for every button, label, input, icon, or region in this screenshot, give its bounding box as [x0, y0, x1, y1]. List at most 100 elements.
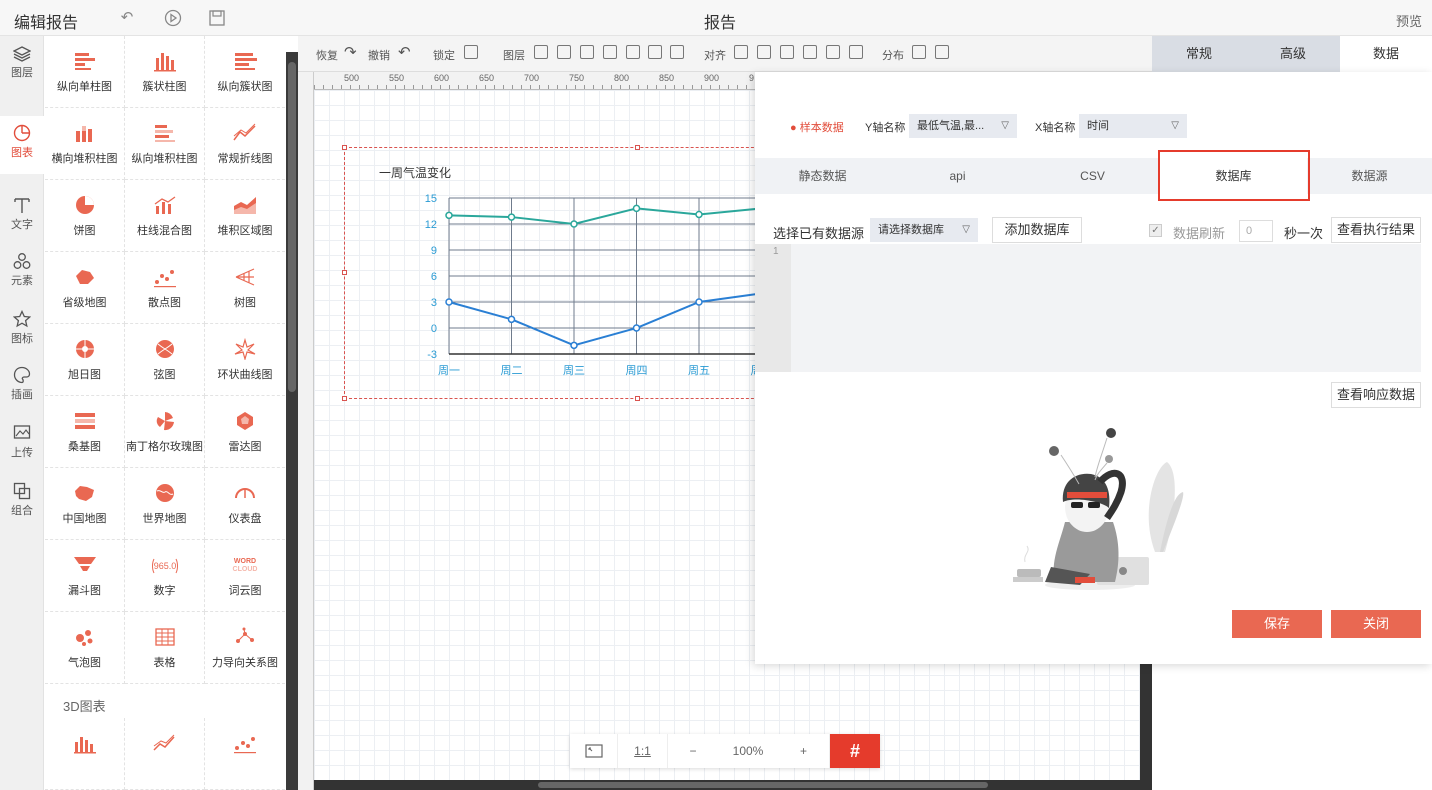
data-source-tabs: 静态数据 api CSV 数据库 数据源: [755, 158, 1432, 194]
chart-type-item[interactable]: 横向堆积柱图: [45, 108, 125, 180]
tab-general[interactable]: 常规: [1152, 36, 1246, 72]
view-response-button[interactable]: 查看响应数据: [1331, 382, 1421, 408]
chart-type-item[interactable]: 桑基图: [45, 396, 125, 468]
chart-type-item[interactable]: 漏斗图: [45, 540, 125, 612]
save-icon[interactable]: [208, 9, 226, 27]
refresh-checkbox[interactable]: ✓: [1149, 224, 1162, 237]
chart-type-item[interactable]: 纵向簇状图: [205, 36, 285, 108]
palette-icon: [13, 366, 31, 384]
redo-icon[interactable]: ↷: [344, 43, 357, 61]
chart-3d-bar[interactable]: [45, 718, 125, 790]
tab-api[interactable]: api: [890, 158, 1025, 194]
chart-3d-line[interactable]: [125, 718, 205, 790]
chart-type-item[interactable]: 仪表盘: [205, 468, 285, 540]
send-bottom-icon[interactable]: [626, 45, 640, 59]
chart-type-item[interactable]: 中国地图: [45, 468, 125, 540]
data-point: [445, 211, 453, 220]
panel-scrollbar[interactable]: [286, 52, 298, 790]
nav-item-elements[interactable]: 元素: [0, 244, 44, 302]
chart-type-item[interactable]: 965.0 数字: [125, 540, 205, 612]
save-button[interactable]: 保存: [1232, 610, 1322, 638]
lock-button[interactable]: 锁定: [433, 47, 455, 63]
align-top-icon[interactable]: [803, 45, 817, 59]
area-chart-icon: [234, 197, 256, 214]
chart-type-item[interactable]: 纵向堆积柱图: [125, 108, 205, 180]
canvas-scrollbar[interactable]: [314, 780, 1140, 790]
sql-editor[interactable]: 1: [755, 244, 1421, 372]
layer-tree-icon[interactable]: [534, 45, 548, 59]
bring-top-icon[interactable]: [580, 45, 594, 59]
chart-type-item[interactable]: 表格: [125, 612, 205, 684]
tab-static-data[interactable]: 静态数据: [755, 158, 890, 194]
chart-type-item[interactable]: 环状曲线图: [205, 324, 285, 396]
chart-type-item[interactable]: 雷达图: [205, 396, 285, 468]
chart-type-item[interactable]: 散点图: [125, 252, 205, 324]
chart-type-item[interactable]: 纵向单柱图: [45, 36, 125, 108]
chart-type-item[interactable]: 南丁格尔玫瑰图: [125, 396, 205, 468]
chart-type-item[interactable]: 力导向关系图: [205, 612, 285, 684]
nav-item-group[interactable]: 组合: [0, 474, 44, 532]
chart-type-item[interactable]: 簇状柱图: [125, 36, 205, 108]
align-center-icon[interactable]: [757, 45, 771, 59]
line-number: 1: [773, 246, 779, 257]
bring-up-icon[interactable]: [557, 45, 571, 59]
chart-type-item[interactable]: 树图: [205, 252, 285, 324]
nav-item-text[interactable]: 文字: [0, 188, 44, 246]
close-button[interactable]: 关闭: [1331, 610, 1421, 638]
nav-item-palette[interactable]: 插画: [0, 358, 44, 416]
play-icon[interactable]: [164, 9, 182, 27]
chart-type-item[interactable]: 饼图: [45, 180, 125, 252]
back-icon[interactable]: ↶: [118, 9, 136, 27]
distribute-v-icon[interactable]: [935, 45, 949, 59]
chart-type-item[interactable]: WORD CLOUD 词云图: [205, 540, 285, 612]
chart-type-label: 常规折线图: [217, 153, 273, 165]
y-axis-select[interactable]: 最低气温,最... ▽: [909, 114, 1017, 138]
distribute-h-icon[interactable]: [912, 45, 926, 59]
tab-datasource[interactable]: 数据源: [1307, 158, 1432, 194]
tab-csv[interactable]: CSV: [1025, 158, 1160, 194]
x-axis-select[interactable]: 时间 ▽: [1079, 114, 1187, 138]
database-select[interactable]: 请选择数据库 ▽: [870, 218, 978, 242]
view-exec-result-button[interactable]: 查看执行结果: [1331, 217, 1421, 243]
chart-type-item[interactable]: 气泡图: [45, 612, 125, 684]
chart-type-item[interactable]: 弦图: [125, 324, 205, 396]
chart-type-item[interactable]: 柱线混合图: [125, 180, 205, 252]
chart-type-item[interactable]: 世界地图: [125, 468, 205, 540]
actual-size-button[interactable]: 1:1: [618, 734, 668, 768]
delete-icon[interactable]: [648, 45, 662, 59]
send-down-icon[interactable]: [603, 45, 617, 59]
align-middle-icon[interactable]: [826, 45, 840, 59]
chart-type-item[interactable]: 省级地图: [45, 252, 125, 324]
nav-item-upload[interactable]: 上传: [0, 416, 44, 474]
chart-type-item[interactable]: 旭日图: [45, 324, 125, 396]
grid-toggle-button[interactable]: #: [830, 734, 880, 768]
chart-type-label: 雷达图: [228, 441, 262, 453]
zoom-in-button[interactable]: +: [778, 734, 830, 768]
refresh-interval-input[interactable]: 0: [1239, 220, 1273, 242]
add-database-button[interactable]: 添加数据库: [992, 217, 1082, 243]
chart-type-item[interactable]: 常规折线图: [205, 108, 285, 180]
nav-item-star[interactable]: 图标: [0, 302, 44, 360]
world-map-icon: [155, 484, 174, 502]
undo-button[interactable]: 撤销: [368, 47, 390, 63]
copy-icon[interactable]: [670, 45, 684, 59]
lock-icon[interactable]: [464, 45, 478, 59]
preview-button[interactable]: 预览: [1396, 11, 1422, 30]
align-left-icon[interactable]: [734, 45, 748, 59]
chart-widget[interactable]: 一周气温变化 15129630-3周一周二周三周四周五周六: [342, 145, 774, 401]
align-right-icon[interactable]: [780, 45, 794, 59]
chart-3d-scatter[interactable]: [205, 718, 285, 790]
fit-screen-button[interactable]: [570, 734, 618, 768]
tab-data[interactable]: 数据: [1340, 36, 1432, 72]
nav-item-chart[interactable]: 图表: [0, 116, 44, 174]
nav-item-layers[interactable]: 图层: [0, 36, 44, 94]
align-bottom-icon[interactable]: [849, 45, 863, 59]
chart-type-item[interactable]: 堆积区域图: [205, 180, 285, 252]
undo-icon[interactable]: ↶: [398, 43, 411, 61]
zoom-out-button[interactable]: −: [668, 734, 718, 768]
stacked-bar-icon: [75, 126, 92, 142]
top-bar: 编辑报告 ↶ 报告 预览: [0, 0, 1432, 36]
y-tick-label: 6: [431, 271, 437, 283]
tab-advanced[interactable]: 高级: [1246, 36, 1340, 72]
redo-button[interactable]: 恢复: [316, 47, 338, 63]
